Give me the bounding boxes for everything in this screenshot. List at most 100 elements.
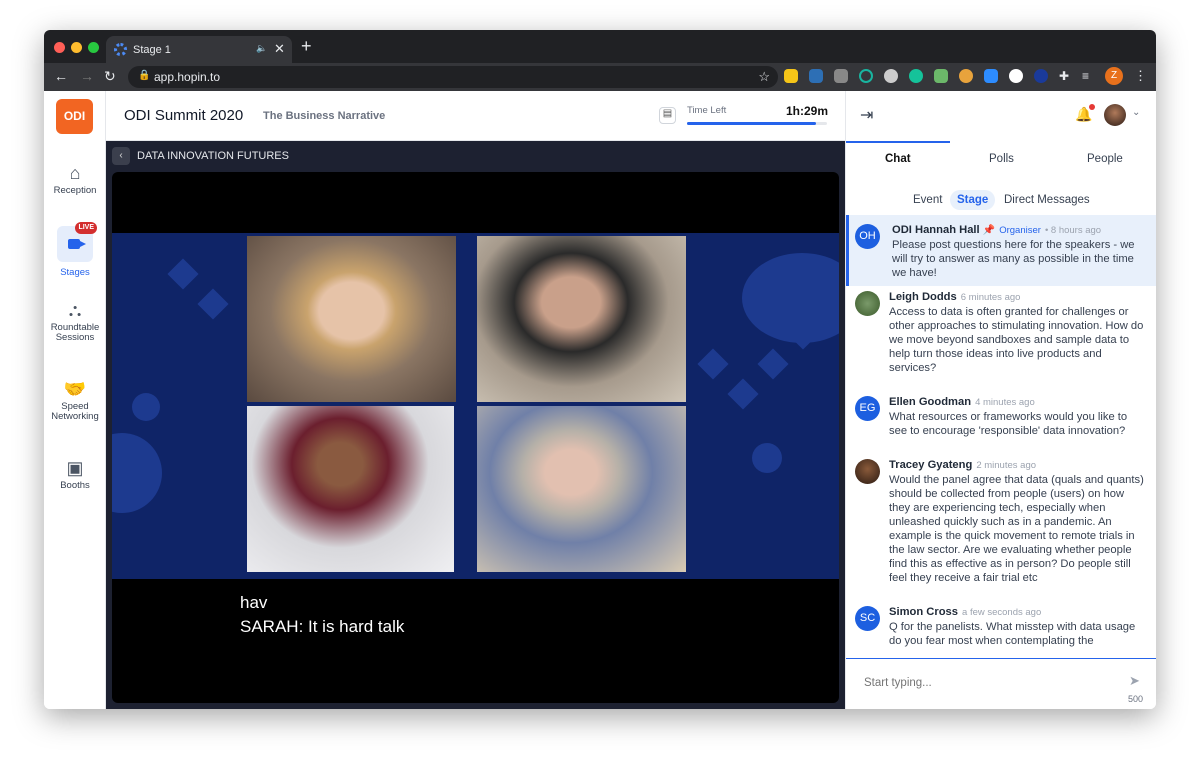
subtab-direct-messages[interactable]: Direct Messages — [997, 190, 1097, 210]
sidebar-item-stages[interactable]: LIVE Stages — [44, 222, 106, 278]
speaker-icon[interactable]: 🔈 — [256, 43, 267, 54]
author-name[interactable]: ODI Hannah Hall — [892, 224, 980, 236]
address-toolbar: ← → ↻ 🔒 app.hopin.to ☆ ✚ ≡ Z ⋮ — [44, 63, 1156, 91]
caption-line: hav — [240, 593, 268, 612]
browser-window: Stage 1 🔈 ✕ + ← → ↻ 🔒 app.hopin.to ☆ ✚ ≡… — [44, 30, 1156, 709]
event-title: ODI Summit 2020 — [124, 107, 244, 124]
new-tab-button[interactable]: + — [301, 36, 312, 57]
puzzle-extensions-icon[interactable]: ✚ — [1059, 69, 1073, 83]
zoom-icon[interactable] — [984, 69, 998, 83]
user-avatar[interactable] — [1104, 104, 1126, 126]
message-text: What resources or frameworks would you l… — [889, 411, 1128, 437]
message-text: Would the panel agree that data (quals a… — [889, 474, 1144, 584]
sidebar-item-speed-networking[interactable]: 🤝 Speed Networking — [44, 379, 106, 422]
browser-tab[interactable]: Stage 1 🔈 ✕ — [106, 36, 292, 63]
handshake-icon: 🤝 — [63, 379, 87, 399]
extension-icon[interactable] — [809, 69, 823, 83]
chat-input[interactable] — [864, 677, 1104, 689]
video-tile-participant-3[interactable] — [247, 406, 454, 572]
author-name[interactable]: Leigh Dodds — [889, 291, 957, 303]
sidebar-item-roundtable[interactable]: ⛬ Roundtable Sessions — [44, 301, 106, 343]
chevron-down-icon[interactable]: ⌄ — [1132, 107, 1140, 118]
reload-icon[interactable]: ↻ — [104, 68, 116, 85]
booth-icon: ▣ — [66, 458, 84, 478]
tab-people[interactable]: People — [1087, 153, 1123, 165]
send-icon[interactable]: ➤ — [1129, 673, 1140, 689]
extension-icon[interactable] — [1034, 69, 1048, 83]
profile-avatar[interactable]: Z — [1105, 67, 1123, 85]
stage-area: ‹ DATA INNOVATION FUTURES hav SARAH: It … — [106, 141, 845, 709]
back-icon[interactable]: ← — [54, 68, 68, 84]
notification-bell-icon[interactable]: 🔔 — [1075, 104, 1096, 123]
kebab-menu-icon[interactable]: ⋮ — [1134, 68, 1147, 84]
extension-icon[interactable] — [884, 69, 898, 83]
time-left-progress — [687, 122, 827, 125]
sidebar-item-booths[interactable]: ▣ Booths — [44, 458, 106, 491]
sidebar-item-label: Reception — [53, 185, 97, 196]
message-text: Please post questions here for the speak… — [892, 239, 1135, 279]
video-tile-participant-2[interactable] — [477, 236, 686, 402]
extension-icon[interactable] — [859, 69, 873, 83]
message-text: Access to data is often granted for chal… — [889, 306, 1144, 374]
char-count: 500 — [1128, 694, 1144, 704]
chat-message: Leigh Dodds 6 minutes ago Access to data … — [846, 290, 1156, 375]
video-camera-icon — [68, 239, 86, 249]
video-background — [112, 233, 839, 579]
pin-icon: 📌 — [982, 225, 996, 236]
address-bar[interactable]: 🔒 app.hopin.to ☆ — [128, 66, 778, 88]
cc-icon[interactable] — [1009, 69, 1023, 83]
extension-icon[interactable] — [934, 69, 948, 83]
message-list[interactable]: OH ODI Hannah Hall 📌 Organiser • 8 hours a… — [846, 215, 1156, 659]
role-badge: Organiser — [999, 225, 1041, 236]
close-tab-icon[interactable]: ✕ — [274, 41, 285, 57]
chat-message: Tracey Gyateng 2 minutes ago Would the pa… — [846, 458, 1156, 585]
avatar: SC — [855, 606, 880, 631]
video-tile-participant-4[interactable] — [477, 406, 686, 572]
tab-polls[interactable]: Polls — [989, 153, 1014, 165]
sidebar: ODI ⌂ Reception LIVE Stages ⛬ Roundtable… — [44, 91, 106, 709]
odi-logo[interactable]: ODI — [56, 99, 93, 134]
time-left-value: 1h:29m — [786, 104, 829, 118]
extension-icon[interactable] — [784, 69, 798, 83]
panel-tabs: Chat Polls People — [846, 141, 1156, 176]
live-badge: LIVE — [75, 222, 97, 234]
hopin-favicon-icon — [114, 43, 127, 56]
sidebar-item-label: Roundtable Sessions — [50, 322, 100, 343]
author-name[interactable]: Simon Cross — [889, 606, 958, 618]
calendar-icon[interactable]: ▤ — [659, 107, 676, 124]
caption-line: SARAH: It is hard talk — [240, 617, 405, 636]
subtab-event[interactable]: Event — [906, 190, 949, 210]
video-player[interactable]: hav SARAH: It is hard talk — [112, 172, 839, 703]
stage-name: DATA INNOVATION FUTURES — [137, 150, 289, 162]
back-button[interactable]: ‹ — [112, 147, 130, 165]
forward-icon[interactable]: → — [80, 68, 94, 84]
avatar: OH — [855, 224, 880, 249]
message-text: Q for the panelists. What misstep with d… — [889, 621, 1136, 647]
event-header: ODI Summit 2020 The Business Narrative ▤… — [106, 91, 845, 141]
extension-icon[interactable] — [959, 69, 973, 83]
author-name[interactable]: Ellen Goodman — [889, 396, 971, 408]
bookmark-star-icon[interactable]: ☆ — [758, 69, 770, 85]
url-text: app.hopin.to — [154, 70, 221, 84]
collapse-panel-icon[interactable]: ⇥ — [860, 105, 873, 125]
lock-icon: 🔒 — [138, 70, 151, 81]
maximize-window-button[interactable] — [88, 42, 99, 53]
event-subtitle: The Business Narrative — [263, 110, 386, 122]
chat-message: SC Simon Cross a few seconds ago Q for th… — [846, 605, 1156, 648]
author-name[interactable]: Tracey Gyateng — [889, 459, 972, 471]
grammarly-icon[interactable] — [909, 69, 923, 83]
tab-bar: Stage 1 🔈 ✕ + — [44, 30, 1156, 63]
media-controls-icon[interactable]: ≡ — [1082, 69, 1096, 83]
extension-icon[interactable] — [834, 69, 848, 83]
avatar — [855, 459, 880, 484]
tab-chat[interactable]: Chat — [885, 153, 911, 165]
avatar: EG — [855, 396, 880, 421]
message-time: 6 minutes ago — [960, 292, 1021, 303]
sidebar-item-reception[interactable]: ⌂ Reception — [44, 164, 106, 196]
subtab-stage[interactable]: Stage — [950, 190, 996, 210]
close-window-button[interactable] — [54, 42, 65, 53]
video-tile-participant-1[interactable] — [247, 236, 456, 402]
tab-title: Stage 1 — [133, 44, 171, 56]
message-time: 2 minutes ago — [976, 460, 1037, 471]
minimize-window-button[interactable] — [71, 42, 82, 53]
